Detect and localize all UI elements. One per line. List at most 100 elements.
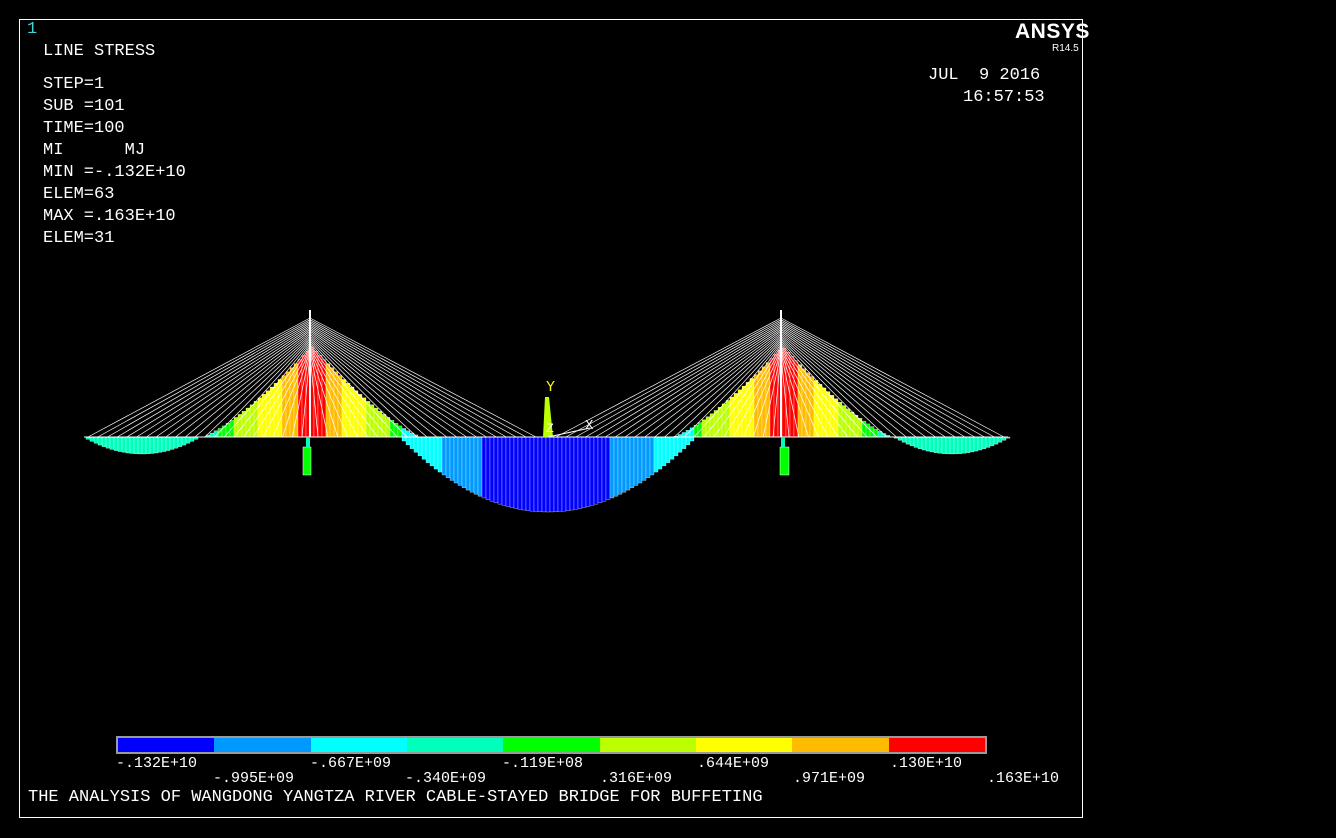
stress-segment-neg bbox=[497, 436, 503, 505]
legend-label-1: -.995E+09 bbox=[213, 770, 295, 787]
stress-segment-neg bbox=[509, 436, 515, 508]
stress-segment-neg bbox=[149, 436, 155, 454]
legend-swatch-1 bbox=[214, 738, 311, 752]
stress-segment-neg bbox=[585, 436, 591, 507]
stress-segment-neg bbox=[569, 436, 575, 511]
stress-segment-neg bbox=[97, 436, 103, 446]
stress-segment-neg bbox=[669, 436, 675, 460]
stress-segment-pos bbox=[209, 432, 215, 438]
stress-segment-neg bbox=[961, 436, 967, 454]
stress-segment-neg bbox=[401, 436, 407, 442]
stress-segment-pos bbox=[345, 383, 351, 438]
stress-segment-neg bbox=[901, 436, 907, 443]
stress-segment-neg bbox=[613, 436, 619, 497]
legend-swatch-8 bbox=[888, 738, 985, 752]
stress-segment-neg bbox=[525, 436, 531, 511]
stress-segment-neg bbox=[133, 436, 139, 454]
stress-segment-pos bbox=[681, 432, 687, 438]
stress-segment-neg bbox=[629, 436, 635, 488]
stress-segment-neg bbox=[573, 436, 579, 510]
stress-segment-neg bbox=[189, 436, 195, 442]
stress-segment-neg bbox=[577, 436, 583, 509]
stress-segment-neg bbox=[109, 436, 115, 450]
stress-segment-pos bbox=[829, 395, 835, 438]
stress-segment-pos bbox=[717, 407, 723, 438]
stress-segment-pos bbox=[749, 378, 755, 438]
legend-label-4: -.119E+08 bbox=[502, 755, 584, 772]
stress-segment-pos bbox=[261, 394, 267, 438]
stress-segment-neg bbox=[625, 436, 631, 491]
stress-segment-pos bbox=[357, 394, 363, 438]
stress-segment-neg bbox=[637, 436, 643, 484]
stress-segment-neg bbox=[953, 436, 959, 455]
stress-segment-neg bbox=[457, 436, 463, 486]
stress-segment-neg bbox=[589, 436, 595, 506]
stress-segment-neg bbox=[977, 436, 983, 451]
stress-segment-neg bbox=[541, 436, 547, 513]
legend-swatch-5 bbox=[599, 738, 696, 752]
stress-segment-neg bbox=[685, 436, 691, 446]
pier-1 bbox=[779, 446, 790, 476]
stress-segment-pos bbox=[381, 414, 387, 438]
stress-segment-pos bbox=[701, 419, 707, 438]
legend-swatch-6 bbox=[695, 738, 793, 752]
stress-segment-neg bbox=[661, 436, 667, 467]
stress-segment-neg bbox=[941, 436, 947, 454]
stress-segment-neg bbox=[565, 436, 571, 511]
stress-segment-neg bbox=[665, 436, 671, 463]
stress-segment-neg bbox=[165, 436, 171, 451]
stress-segment-neg bbox=[437, 436, 443, 473]
stress-segment-neg bbox=[581, 436, 587, 508]
stress-segment-neg bbox=[601, 436, 607, 502]
stress-segment-neg bbox=[93, 436, 99, 444]
stress-segment-neg bbox=[937, 436, 943, 454]
stress-segment-neg bbox=[969, 436, 975, 453]
stress-segment-neg bbox=[113, 436, 119, 451]
stress-segment-neg bbox=[897, 436, 903, 441]
stress-segment-pos bbox=[865, 423, 871, 438]
stress-segment-neg bbox=[641, 436, 647, 481]
stress-segment-neg bbox=[965, 436, 971, 453]
stress-segment-neg bbox=[169, 436, 175, 450]
stress-segment-pos bbox=[317, 355, 323, 438]
stress-segment-neg bbox=[449, 436, 455, 481]
pier-cap-1 bbox=[781, 437, 785, 447]
stress-segment-neg bbox=[945, 436, 951, 455]
stress-segment-neg bbox=[445, 436, 451, 478]
stress-segment-neg bbox=[933, 436, 939, 453]
stress-segment-neg bbox=[181, 436, 187, 446]
stress-segment-neg bbox=[517, 436, 523, 510]
stress-segment-neg bbox=[929, 436, 935, 453]
stress-segment-neg bbox=[949, 436, 955, 455]
stress-segment-neg bbox=[129, 436, 135, 454]
stress-segment-neg bbox=[465, 436, 471, 491]
legend-swatch-7 bbox=[792, 738, 889, 752]
stress-segment-neg bbox=[117, 436, 123, 452]
legend-label-6: .644E+09 bbox=[697, 755, 770, 772]
color-legend-bar bbox=[116, 736, 987, 754]
legend-label-8: .130E+10 bbox=[890, 755, 963, 772]
stress-segment-neg bbox=[957, 436, 963, 454]
stress-segment-neg bbox=[485, 436, 491, 500]
stress-segment-neg bbox=[609, 436, 615, 499]
stress-segment-neg bbox=[141, 436, 147, 455]
stress-segment-neg bbox=[185, 436, 191, 444]
stress-segment-neg bbox=[653, 436, 659, 473]
stress-segment-neg bbox=[925, 436, 931, 452]
stress-segment-neg bbox=[545, 436, 551, 513]
stress-segment-neg bbox=[593, 436, 599, 505]
stress-segment-neg bbox=[161, 436, 167, 452]
stress-segment-neg bbox=[145, 436, 151, 454]
stress-segment-neg bbox=[621, 436, 627, 493]
stress-segment-neg bbox=[421, 436, 427, 460]
stress-segment-neg bbox=[417, 436, 423, 457]
stress-segment-neg bbox=[549, 436, 555, 513]
stress-segment-neg bbox=[425, 436, 431, 463]
stress-segment-neg bbox=[605, 436, 611, 500]
stress-segment-neg bbox=[405, 436, 411, 446]
stress-segment-neg bbox=[409, 436, 415, 449]
stress-segment-neg bbox=[681, 436, 687, 449]
stress-segment-neg bbox=[521, 436, 527, 511]
stress-segment-neg bbox=[989, 436, 995, 447]
stress-segment-neg bbox=[921, 436, 927, 451]
